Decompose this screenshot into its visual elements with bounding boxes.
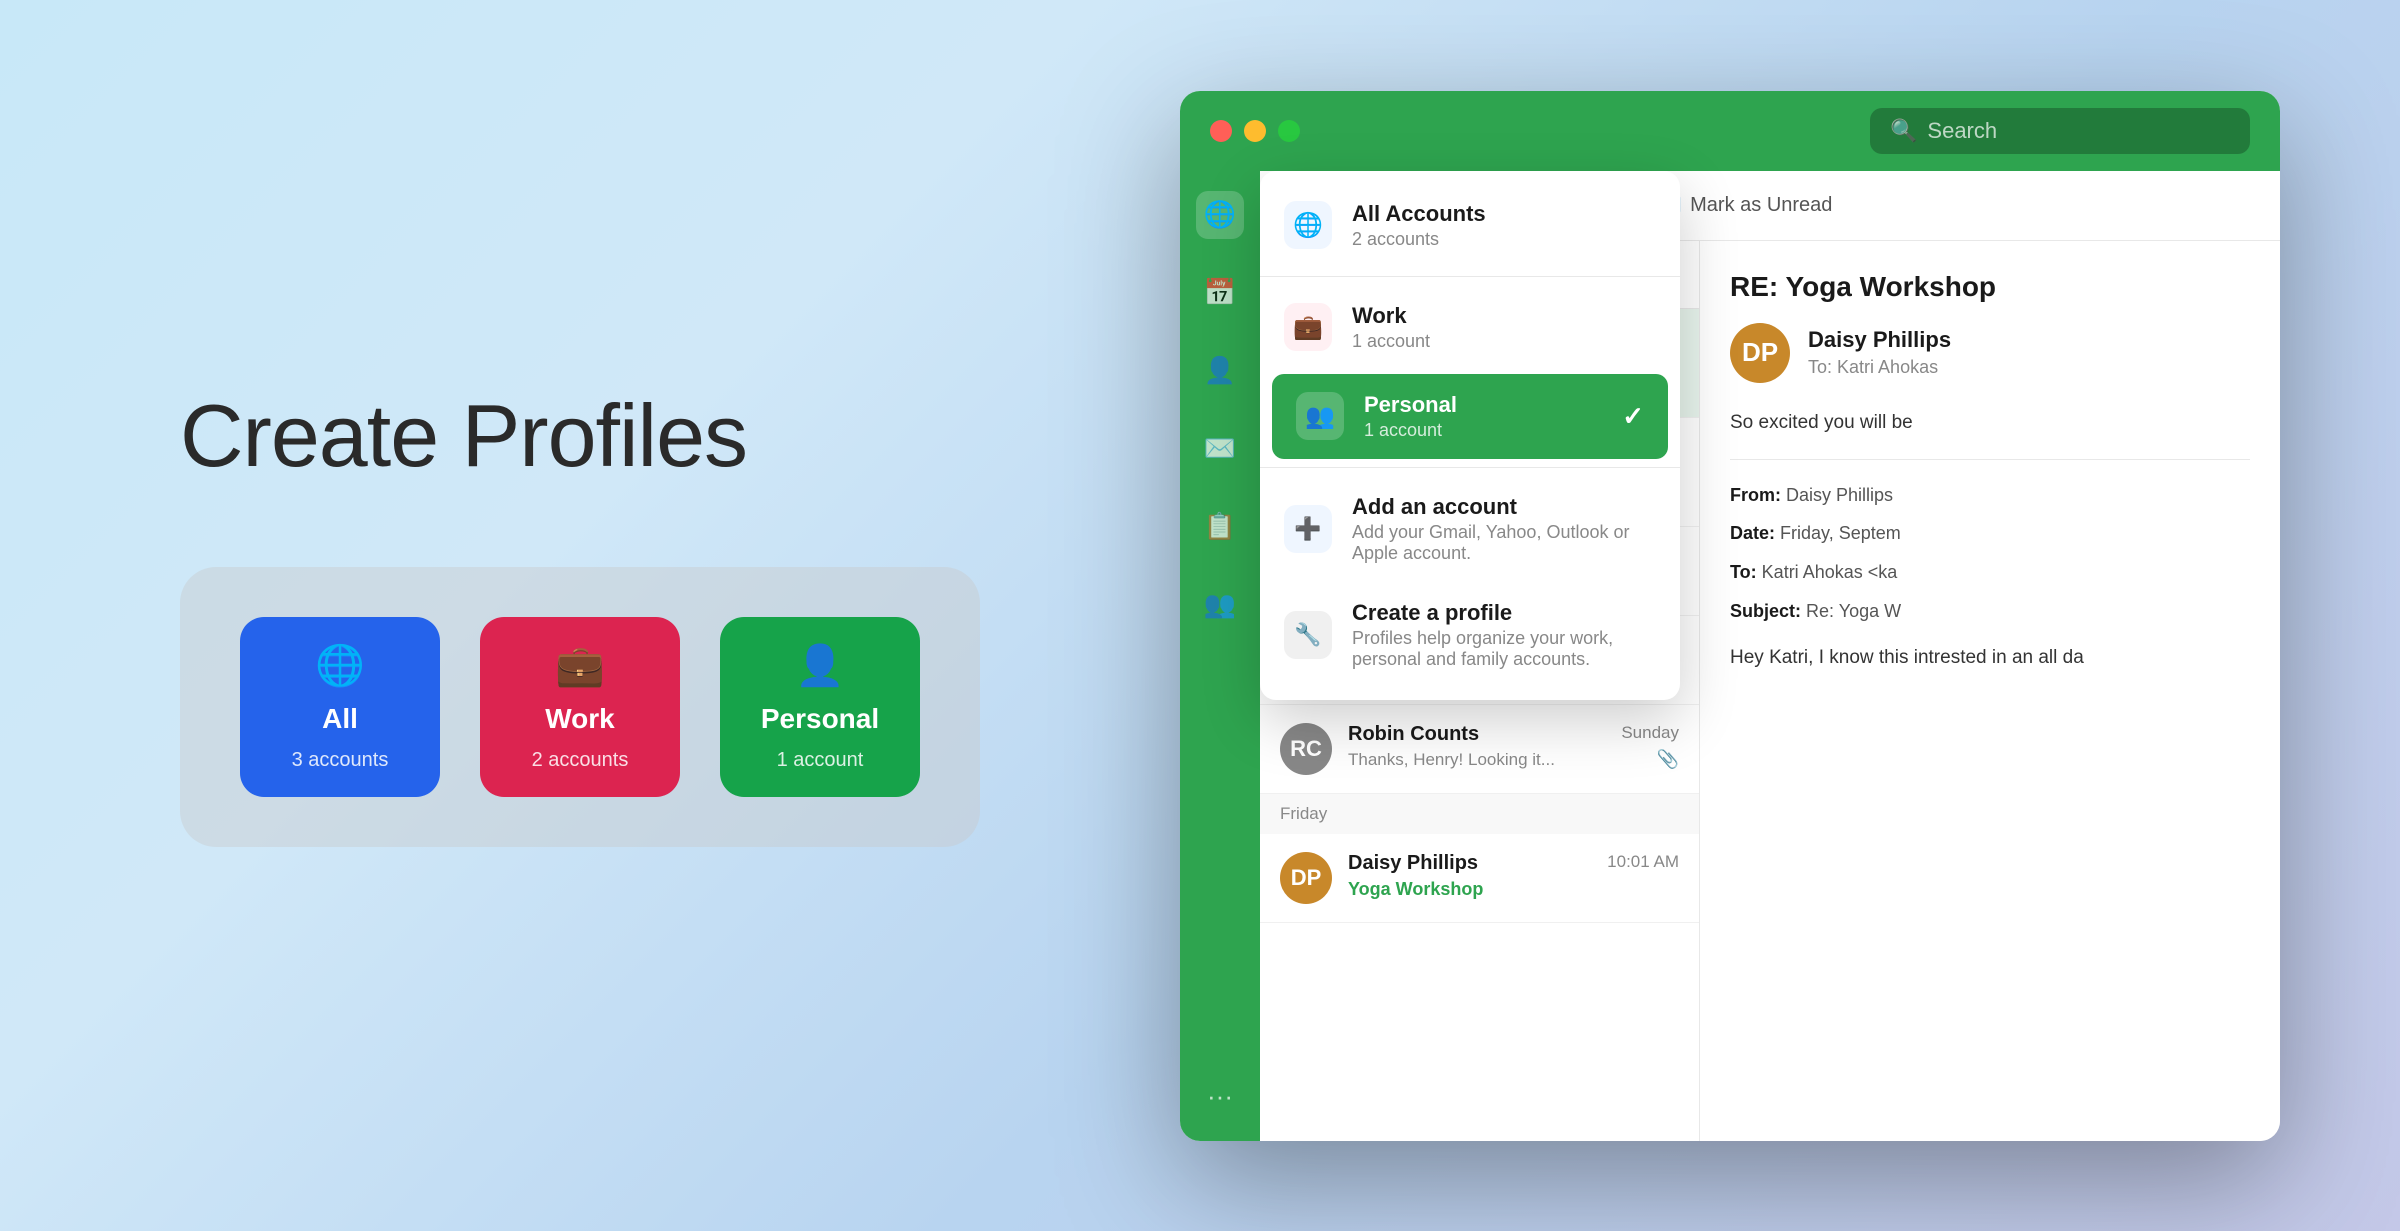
- body-opening: So excited you will be: [1730, 407, 2250, 439]
- detail-subject: RE: Yoga Workshop: [1730, 271, 2250, 303]
- attachment-icon-robin: 📎: [1657, 749, 1679, 770]
- tile-work-count: 2 accounts: [532, 749, 629, 772]
- search-placeholder: Search: [1927, 118, 1997, 144]
- briefcase-icon: 💼: [555, 642, 605, 689]
- personal-icon: 👥: [1296, 392, 1344, 440]
- email-item-daisy-friday[interactable]: DP Daisy Phillips Yoga Workshop 10:01 AM: [1260, 834, 1699, 923]
- search-bar[interactable]: 🔍 Search: [1870, 108, 2250, 154]
- globe-icon: 🌐: [315, 642, 365, 689]
- profile-tile-all[interactable]: 🌐 All 3 accounts: [240, 617, 440, 797]
- email-time-daisy-friday: 10:01 AM: [1607, 852, 1679, 872]
- dropdown-create-profile[interactable]: 🔧 Create a profile Profiles help organiz…: [1260, 582, 1680, 688]
- divider-2: [1260, 467, 1680, 468]
- personal-sub: 1 account: [1364, 420, 1457, 441]
- email-body: So excited you will be From: Daisy Phill…: [1730, 407, 2250, 675]
- sidebar: 🌐 📅 👤 ✉️ 📋 👥 ···: [1180, 171, 1260, 1141]
- person-icon: 👤: [795, 642, 845, 689]
- mark-unread-button[interactable]: ✉️ Mark as Unread: [1655, 192, 1833, 218]
- sidebar-item-list[interactable]: 📋: [1196, 503, 1244, 551]
- account-switcher-dropdown: 🌐 All Accounts 2 accounts 💼 Work 1 accou…: [1260, 171, 1680, 700]
- sidebar-item-users[interactable]: 👥: [1196, 581, 1244, 629]
- create-profile-icon: 🔧: [1284, 611, 1332, 659]
- tile-all-count: 3 accounts: [292, 749, 389, 772]
- email-icons-robin: 📎: [1657, 749, 1679, 770]
- detail-sender-name: Daisy Phillips: [1808, 327, 1951, 353]
- dropdown-work[interactable]: 💼 Work 1 account: [1260, 285, 1680, 370]
- profiles-card: 🌐 All 3 accounts 💼 Work 2 accounts 👤 Per…: [180, 567, 980, 847]
- checkmark-icon: ✓: [1622, 401, 1644, 432]
- work-text: Work 1 account: [1352, 303, 1430, 352]
- create-profile-text: Create a profile Profiles help organize …: [1352, 600, 1656, 670]
- all-accounts-icon: 🌐: [1284, 201, 1332, 249]
- section-friday: Friday: [1260, 794, 1699, 834]
- detail-to: To: Katri Ahokas: [1808, 357, 1951, 378]
- detail-from: From: Daisy Phillips: [1730, 480, 2250, 511]
- detail-header: DP Daisy Phillips To: Katri Ahokas: [1730, 323, 2250, 383]
- sidebar-item-mail[interactable]: ✉️: [1196, 425, 1244, 473]
- tile-personal-count: 1 account: [777, 749, 864, 772]
- create-profile-name: Create a profile: [1352, 600, 1656, 626]
- personal-name: Personal: [1364, 392, 1457, 418]
- add-account-icon: ➕: [1284, 505, 1332, 553]
- work-name: Work: [1352, 303, 1430, 329]
- all-accounts-sub: 2 accounts: [1352, 229, 1486, 250]
- close-button[interactable]: [1210, 120, 1232, 142]
- search-icon: 🔍: [1890, 118, 1917, 144]
- personal-text: Personal 1 account: [1364, 392, 1457, 441]
- all-accounts-name: All Accounts: [1352, 201, 1486, 227]
- add-account-text: Add an account Add your Gmail, Yahoo, Ou…: [1352, 494, 1656, 564]
- main-container: Create Profiles 🌐 All 3 accounts 💼 Work …: [40, 41, 2360, 1191]
- tile-all-label: All: [322, 703, 358, 735]
- sidebar-item-calendar[interactable]: 📅: [1196, 269, 1244, 317]
- email-time-robin: Sunday: [1621, 723, 1679, 743]
- dropdown-all-accounts[interactable]: 🌐 All Accounts 2 accounts: [1260, 183, 1680, 268]
- email-info-robin: Robin Counts Thanks, Henry! Looking it..…: [1348, 723, 1605, 770]
- email-sender-robin: Robin Counts: [1348, 723, 1605, 746]
- add-account-name: Add an account: [1352, 494, 1656, 520]
- body-divider: [1730, 459, 2250, 460]
- email-meta-robin: Sunday 📎: [1621, 723, 1679, 770]
- create-profile-sub: Profiles help organize your work, person…: [1352, 628, 1656, 670]
- add-account-sub: Add your Gmail, Yahoo, Outlook or Apple …: [1352, 522, 1656, 564]
- traffic-lights: [1210, 120, 1300, 142]
- avatar-daisy-friday: DP: [1280, 852, 1332, 904]
- profile-tile-work[interactable]: 💼 Work 2 accounts: [480, 617, 680, 797]
- email-info-daisy-friday: Daisy Phillips Yoga Workshop: [1348, 852, 1591, 904]
- all-accounts-text: All Accounts 2 accounts: [1352, 201, 1486, 250]
- maximize-button[interactable]: [1278, 120, 1300, 142]
- email-subject-daisy-friday: Yoga Workshop: [1348, 879, 1591, 900]
- page-title: Create Profiles: [180, 385, 747, 487]
- detail-subject-field: Subject: Re: Yoga W: [1730, 596, 2250, 627]
- email-detail: RE: Yoga Workshop DP Daisy Phillips To: …: [1700, 241, 2280, 1141]
- tile-personal-label: Personal: [761, 703, 879, 735]
- detail-date: Date: Friday, Septem: [1730, 518, 2250, 549]
- minimize-button[interactable]: [1244, 120, 1266, 142]
- email-preview-robin: Thanks, Henry! Looking it...: [1348, 750, 1605, 770]
- sidebar-item-more[interactable]: ···: [1196, 1073, 1244, 1121]
- email-meta-daisy-friday: 10:01 AM: [1607, 852, 1679, 872]
- divider-1: [1260, 276, 1680, 277]
- app-content: 🌐 📅 👤 ✉️ 📋 👥 ··· 🌐 All Accounts 2 accoun…: [1180, 171, 2280, 1141]
- work-sub: 1 account: [1352, 331, 1430, 352]
- dropdown-add-account[interactable]: ➕ Add an account Add your Gmail, Yahoo, …: [1260, 476, 1680, 582]
- tile-work-label: Work: [545, 703, 615, 735]
- detail-body-text: Hey Katri, I know this intrested in an a…: [1730, 642, 2250, 674]
- detail-avatar: DP: [1730, 323, 1790, 383]
- detail-sender-info: Daisy Phillips To: Katri Ahokas: [1808, 327, 1951, 378]
- sidebar-item-globe[interactable]: 🌐: [1196, 191, 1244, 239]
- left-panel: Create Profiles 🌐 All 3 accounts 💼 Work …: [120, 385, 1180, 847]
- email-item-robin[interactable]: RC Robin Counts Thanks, Henry! Looking i…: [1260, 705, 1699, 794]
- mark-unread-label: Mark as Unread: [1690, 194, 1832, 217]
- avatar-robin: RC: [1280, 723, 1332, 775]
- dropdown-personal[interactable]: 👥 Personal 1 account ✓: [1272, 374, 1668, 459]
- detail-to-field: To: Katri Ahokas <ka: [1730, 557, 2250, 588]
- profile-tile-personal[interactable]: 👤 Personal 1 account: [720, 617, 920, 797]
- work-icon: 💼: [1284, 303, 1332, 351]
- sidebar-item-person[interactable]: 👤: [1196, 347, 1244, 395]
- title-bar: 🔍 Search: [1180, 91, 2280, 171]
- app-window: 🔍 Search 🌐 📅 👤 ✉️ 📋 👥 ··· 🌐: [1180, 91, 2280, 1141]
- email-sender-daisy-friday: Daisy Phillips: [1348, 852, 1591, 875]
